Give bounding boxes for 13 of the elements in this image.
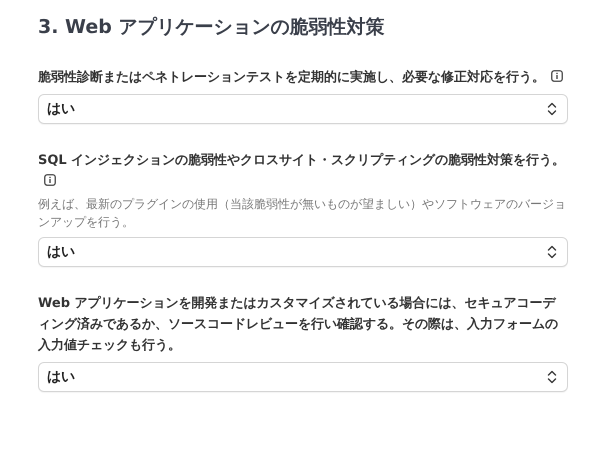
- select-field[interactable]: はい: [38, 237, 568, 267]
- chevron-updown-icon: [547, 370, 557, 384]
- select-field[interactable]: はい: [38, 94, 568, 124]
- section-title: 3. Web アプリケーションの脆弱性対策: [38, 15, 386, 40]
- question-label: SQL インジェクションの脆弱性やクロスサイト・スクリプティングの脆弱性対策を行う。: [38, 150, 568, 192]
- chevron-updown-icon: [547, 245, 557, 259]
- chevron-updown-icon: [547, 102, 557, 116]
- question-label: Web アプリケーションを開発またはカスタマイズされている場合には、セキュアコーディング済みであるか、ソースコードレビューを行い確認する。その際は、入力フォームの入力値チェックも行う。: [38, 294, 559, 355]
- info-icon[interactable]: [44, 174, 56, 186]
- select-field[interactable]: はい: [38, 362, 568, 392]
- question-label: 脆弱性診断またはペネトレーションテストを定期的に実施し、必要な修正対応を行う。: [38, 67, 568, 88]
- info-icon[interactable]: [551, 70, 563, 82]
- hint-text: 例えば、最新のプラグインの使用（当該脆弱性が無いものが望ましい）やソフトウェアのバージョンアップを行う。: [38, 196, 567, 231]
